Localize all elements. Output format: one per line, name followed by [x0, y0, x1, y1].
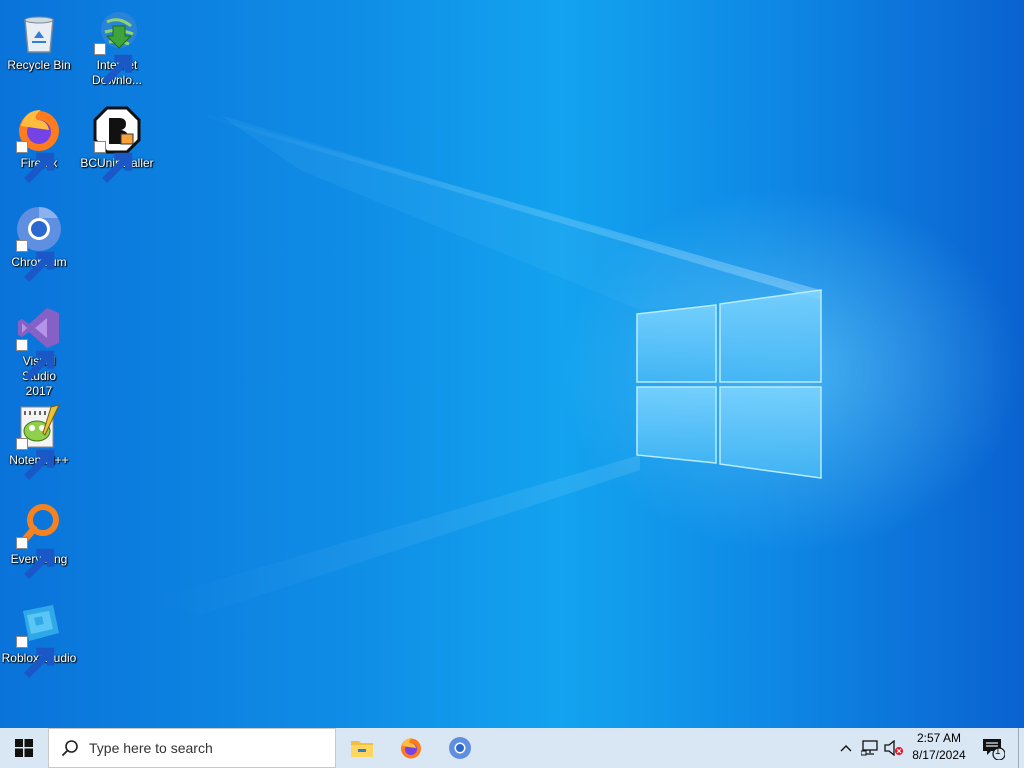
- desktop-icon-notepad-plus-plus[interactable]: Notepad++: [0, 403, 78, 480]
- shortcut-arrow-icon: [94, 141, 133, 183]
- clock-date: 8/17/2024: [912, 748, 966, 762]
- show-desktop-button[interactable]: [1018, 728, 1024, 768]
- file-explorer-icon: [351, 741, 373, 757]
- tray-network[interactable]: [858, 728, 882, 768]
- shortcut-arrow-icon: [16, 240, 55, 282]
- notification-icon: [983, 739, 1005, 760]
- desktop-icon-internet-download-manager[interactable]: Internet Downlo...: [78, 8, 156, 88]
- network-icon: [861, 740, 878, 756]
- shortcut-arrow-icon: [16, 537, 55, 579]
- recycle-bin-icon: [24, 16, 54, 53]
- desktop-wallpaper[interactable]: Recycle Bin Internet Downlo... Firefox B…: [0, 0, 1024, 728]
- action-center-button[interactable]: 1: [976, 728, 1010, 768]
- volume-muted-icon: [884, 740, 903, 756]
- taskbar-clock[interactable]: 2:57 AM 8/17/2024: [904, 730, 974, 764]
- notification-count: 1: [995, 746, 1001, 757]
- chromium-icon: [449, 737, 471, 759]
- clock-time: 2:57 AM: [916, 731, 962, 745]
- desktop-icon-everything[interactable]: Everything: [0, 502, 78, 579]
- desktop-icon-firefox[interactable]: Firefox: [0, 106, 78, 183]
- desktop-icon-bcuninstaller[interactable]: BCUninstaller: [78, 106, 156, 183]
- start-button[interactable]: [0, 728, 48, 768]
- tray-show-hidden-icons[interactable]: [836, 728, 856, 768]
- taskbar: Type here to search 2:57 AM 8/17/2024 1: [0, 728, 1024, 768]
- windows-start-icon: [15, 739, 33, 757]
- chevron-up-icon: [840, 745, 852, 752]
- desktop-icon-recycle-bin[interactable]: Recycle Bin: [0, 8, 78, 73]
- search-icon: [61, 740, 78, 757]
- tray-volume[interactable]: [882, 728, 906, 768]
- taskbar-search-box[interactable]: Type here to search: [48, 728, 336, 768]
- windows-logo-wallpaper: [636, 289, 822, 479]
- search-placeholder: Type here to search: [89, 740, 213, 756]
- desktop-icon-visual-studio[interactable]: Visual Studio 2017: [0, 304, 78, 399]
- desktop-icon-chromium[interactable]: Chromium: [0, 205, 78, 282]
- taskbar-file-explorer[interactable]: [338, 728, 386, 768]
- shortcut-arrow-icon: [94, 43, 133, 85]
- shortcut-arrow-icon: [16, 141, 55, 183]
- shortcut-arrow-icon: [16, 636, 55, 678]
- shortcut-arrow-icon: [16, 339, 55, 381]
- shortcut-arrow-icon: [16, 438, 55, 480]
- taskbar-chromium[interactable]: [436, 728, 484, 768]
- firefox-icon: [401, 738, 421, 759]
- desktop-icon-label: Recycle Bin: [7, 58, 71, 72]
- desktop-icon-roblox-studio[interactable]: Roblox Studio: [0, 601, 78, 678]
- taskbar-firefox[interactable]: [387, 728, 435, 768]
